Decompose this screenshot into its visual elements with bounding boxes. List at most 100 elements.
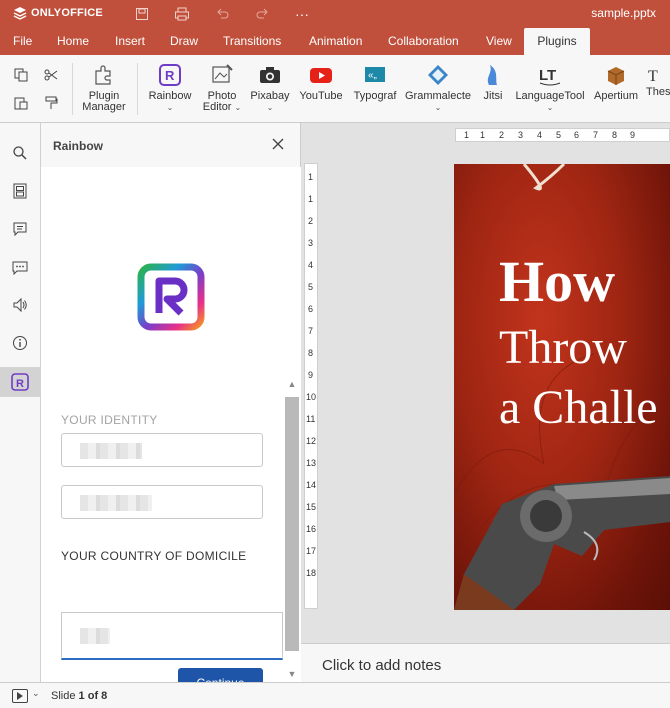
chevron-down-icon[interactable]: ⌄ bbox=[32, 688, 40, 699]
tab-collaboration[interactable]: Collaboration bbox=[388, 28, 459, 55]
slides-icon[interactable] bbox=[10, 181, 30, 201]
tab-view[interactable]: View bbox=[486, 28, 512, 55]
play-icon[interactable] bbox=[12, 689, 28, 703]
ruler-tick: 2 bbox=[308, 216, 314, 226]
slide-title-line-3[interactable]: a Challe bbox=[499, 380, 658, 435]
svg-text:«„: «„ bbox=[368, 70, 377, 81]
ruler-tick: 12 bbox=[306, 436, 317, 446]
svg-text:R: R bbox=[16, 378, 24, 390]
more-icon[interactable]: ··· bbox=[293, 5, 311, 23]
format-painter-icon[interactable] bbox=[41, 93, 61, 113]
ruler-tick: 1 bbox=[308, 172, 314, 182]
thesaurus-label: Thes bbox=[646, 86, 670, 98]
ruler-tick: 1 bbox=[480, 130, 486, 140]
redacted-value bbox=[80, 443, 142, 459]
tab-file[interactable]: File bbox=[13, 28, 32, 55]
pixabay-plugin-button[interactable]: Pixabay ⌄ bbox=[248, 63, 292, 113]
title-bar: ONLYOFFICE ··· sample.pptx bbox=[0, 0, 670, 28]
copy-icon[interactable] bbox=[11, 65, 31, 85]
identity-field-2[interactable] bbox=[61, 485, 263, 519]
chevron-down-icon: ⌄ bbox=[166, 103, 174, 112]
search-icon[interactable] bbox=[10, 143, 30, 163]
tab-insert[interactable]: Insert bbox=[115, 28, 145, 55]
comments-icon[interactable] bbox=[10, 219, 30, 239]
info-icon[interactable] bbox=[10, 333, 30, 353]
save-icon[interactable] bbox=[133, 5, 151, 23]
camera-icon bbox=[258, 63, 282, 87]
ruler-tick: 8 bbox=[612, 130, 618, 140]
notes-area[interactable]: Click to add notes bbox=[301, 643, 670, 682]
ruler-tick: 2 bbox=[499, 130, 505, 140]
tab-draw[interactable]: Draw bbox=[170, 28, 198, 55]
document-title: sample.pptx bbox=[591, 6, 656, 20]
ruler-tick: 13 bbox=[306, 458, 317, 468]
onlyoffice-logo-icon bbox=[13, 7, 27, 20]
plugin-manager-label2: Manager bbox=[82, 101, 126, 113]
jitsi-plugin-button[interactable]: Jitsi bbox=[478, 63, 508, 102]
languagetool-plugin-button[interactable]: LT LanguageTool ⌄ bbox=[514, 63, 586, 113]
rainbow-plugin-button[interactable]: R Rainbow ⌄ bbox=[146, 63, 194, 113]
youtube-icon bbox=[309, 63, 333, 87]
ruler-tick: 17 bbox=[306, 546, 317, 556]
scroll-down-icon[interactable]: ▼ bbox=[285, 669, 299, 679]
photo-editor-plugin-button[interactable]: Photo Editor ⌄ bbox=[199, 63, 245, 113]
chevron-down-icon: ⌄ bbox=[434, 103, 442, 112]
youtube-plugin-button[interactable]: YouTube bbox=[297, 63, 345, 102]
scrollbar-thumb[interactable] bbox=[285, 397, 299, 651]
paste-icon[interactable] bbox=[11, 93, 31, 113]
ruler-tick: 6 bbox=[308, 304, 314, 314]
slide-canvas[interactable]: How Throw a Challe bbox=[454, 164, 670, 610]
app-logo-text: ONLYOFFICE bbox=[31, 7, 103, 19]
slide-of: of bbox=[87, 690, 99, 702]
toolbar: Plugin Manager R Rainbow ⌄ Photo Editor … bbox=[0, 55, 670, 123]
typograf-plugin-button[interactable]: «„ Typograf bbox=[350, 63, 400, 102]
tab-home[interactable]: Home bbox=[57, 28, 89, 55]
slide-title-line-1[interactable]: How bbox=[499, 248, 615, 315]
vertical-ruler[interactable]: 1 1 2 3 4 5 6 7 8 9 10 11 12 13 14 15 16… bbox=[304, 163, 318, 609]
plugin-panel: Rainbow YOUR IDENTITY YOUR COUNTRY OF DO… bbox=[41, 123, 301, 682]
grammalecte-plugin-button[interactable]: Grammalecte ⌄ bbox=[405, 63, 471, 113]
scroll-up-icon[interactable]: ▲ bbox=[285, 379, 299, 389]
panel-title: Rainbow bbox=[53, 139, 103, 153]
notes-placeholder[interactable]: Click to add notes bbox=[322, 657, 441, 674]
plugin-manager-button[interactable]: Plugin Manager bbox=[82, 63, 126, 113]
tab-plugins[interactable]: Plugins bbox=[524, 28, 590, 55]
puzzle-icon bbox=[92, 63, 116, 87]
slide-total: 8 bbox=[101, 690, 108, 702]
rainbow-icon[interactable]: R bbox=[10, 372, 30, 392]
typograf-label: Typograf bbox=[353, 90, 397, 102]
country-label: YOUR COUNTRY OF DOMICILE bbox=[61, 549, 247, 563]
slide-current: 1 bbox=[78, 690, 85, 702]
close-icon[interactable] bbox=[270, 136, 286, 152]
rainbow-icon: R bbox=[158, 63, 182, 87]
country-field[interactable] bbox=[61, 612, 283, 660]
ruler-tick: 18 bbox=[306, 568, 317, 578]
pixabay-label: Pixabay bbox=[250, 90, 290, 102]
slide-counter: Slide 1 of 8 bbox=[51, 690, 107, 702]
redo-icon[interactable] bbox=[253, 5, 271, 23]
ruler-tick: 5 bbox=[308, 282, 314, 292]
tab-animation[interactable]: Animation bbox=[309, 28, 362, 55]
cut-icon[interactable] bbox=[41, 65, 61, 85]
ruler-tick: 10 bbox=[306, 392, 317, 402]
thesaurus-plugin-button[interactable]: T Thes bbox=[646, 63, 670, 98]
chat-icon[interactable] bbox=[10, 257, 30, 277]
ruler-tick: 9 bbox=[308, 370, 314, 380]
apertium-plugin-button[interactable]: Apertium bbox=[592, 63, 640, 102]
grammalecte-icon bbox=[426, 63, 450, 87]
speaker-icon[interactable] bbox=[10, 295, 30, 315]
horizontal-ruler[interactable]: 1 1 2 3 4 5 6 7 8 9 bbox=[455, 128, 670, 142]
continue-button[interactable]: Continue bbox=[178, 668, 263, 682]
tab-transitions[interactable]: Transitions bbox=[223, 28, 281, 55]
jitsi-icon bbox=[481, 63, 505, 87]
left-sidebar: R bbox=[0, 123, 41, 682]
undo-icon[interactable] bbox=[214, 5, 232, 23]
plugin-content: YOUR IDENTITY YOUR COUNTRY OF DOMICILE C… bbox=[41, 167, 301, 682]
ruler-tick: 8 bbox=[308, 348, 314, 358]
slide-title-line-2[interactable]: Throw bbox=[499, 320, 627, 375]
apertium-label: Apertium bbox=[593, 90, 639, 102]
identity-field-1[interactable] bbox=[61, 433, 263, 467]
ruler-tick: 7 bbox=[593, 130, 599, 140]
apertium-icon bbox=[604, 63, 628, 87]
print-icon[interactable] bbox=[173, 5, 191, 23]
